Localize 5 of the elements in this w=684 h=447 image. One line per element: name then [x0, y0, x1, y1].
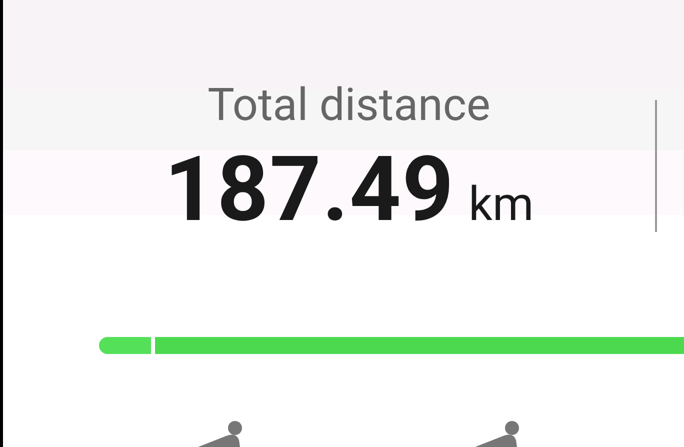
cyclist-icon [475, 420, 519, 447]
cyclist-icon [198, 420, 242, 447]
total-distance-label: Total distance [208, 77, 490, 133]
distance-value: 187.49 [164, 142, 455, 238]
distance-unit: km [468, 177, 534, 232]
